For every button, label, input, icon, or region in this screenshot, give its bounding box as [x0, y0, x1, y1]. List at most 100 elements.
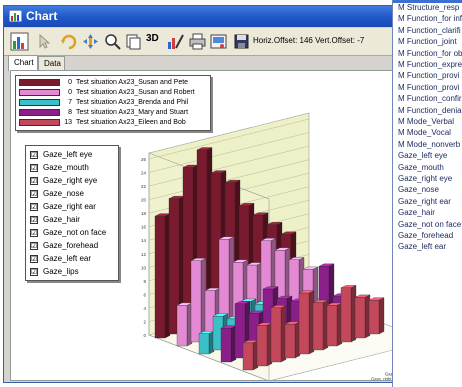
variable-list-item[interactable]: Gaze_forehead	[398, 230, 453, 241]
legend-series-label: Test situation Ax23_Mary and Stuart	[76, 109, 189, 116]
zoom-icon[interactable]	[103, 32, 122, 51]
variable-list-panel: M Structure_resp M Function_for inf M Func…	[392, 0, 462, 387]
legend-checkbox[interactable]: ☑	[30, 216, 38, 224]
legend-category-label: Gaze_forehead	[43, 241, 99, 250]
legend-category-label: Gaze_left ear	[43, 254, 92, 263]
variable-list-item[interactable]: M Function_confir	[398, 93, 462, 104]
variable-list-item[interactable]: M Structure_resp	[398, 2, 459, 13]
chart-bar	[270, 305, 287, 363]
legend-checkbox[interactable]: ☑	[30, 268, 38, 276]
chart-bar	[242, 340, 259, 371]
y-tick-label: 16	[141, 225, 147, 230]
offset-status-text: Horiz.Offset: 146 Vert.Offset: -7	[253, 36, 365, 45]
variable-list-item[interactable]: Gaze_left eye	[398, 150, 447, 161]
variable-list-item[interactable]: M Mode_nonverb	[398, 139, 460, 150]
chart-type-button[interactable]	[10, 32, 29, 51]
legend-series-count: 8	[68, 109, 72, 116]
chart-bar-front	[368, 300, 380, 335]
variable-list-item[interactable]: M Function_expre	[398, 59, 462, 70]
chart-bar	[340, 285, 357, 343]
chart-bar	[312, 299, 329, 351]
chart-bar-side	[378, 297, 385, 335]
variable-list-item[interactable]: M Function_denial	[398, 105, 462, 116]
y-tick-label: 10	[141, 265, 147, 270]
legend-series-label: Test situation Ax23_Brenda and Phil	[76, 99, 189, 106]
chart-bar-front	[284, 324, 296, 359]
variable-list-item[interactable]: Gaze_hair	[398, 207, 435, 218]
print-icon[interactable]	[188, 32, 207, 51]
variable-list-item[interactable]: Gaze_mouth	[398, 162, 444, 173]
variable-list-item[interactable]: M Function_for inf	[398, 13, 462, 24]
legend-category-label: Gaze_left eye	[43, 150, 93, 159]
chart-bar	[298, 290, 315, 355]
chart-bar-front	[154, 216, 166, 339]
chart-bar	[284, 321, 301, 359]
legend-series-count: 7	[68, 99, 72, 106]
copy-icon[interactable]	[124, 32, 143, 51]
move-icon[interactable]	[81, 32, 100, 51]
save-icon[interactable]	[232, 32, 251, 51]
chart-bar-front	[340, 287, 352, 343]
y-tick-label: 6	[143, 292, 146, 297]
edit-chart-icon[interactable]	[166, 32, 185, 51]
y-tick-label: 14	[141, 238, 147, 243]
y-tick-label: 24	[141, 171, 147, 176]
chart-bar-front	[220, 328, 232, 363]
category-legend: ☑ Gaze_left eye ☑ Gaze_mouth ☑ Gaze_right e…	[25, 145, 119, 281]
legend-checkbox[interactable]: ☑	[30, 164, 38, 172]
chart-bar-front	[270, 307, 282, 363]
legend-checkbox[interactable]: ☑	[30, 177, 38, 185]
chart-area: 02468101214161820222426Gaze_left eyeGaze…	[10, 70, 427, 381]
chart-bar-front	[326, 305, 338, 347]
legend-checkbox[interactable]: ☑	[30, 242, 38, 250]
variable-list-item[interactable]: M Function_clarifi	[398, 25, 461, 36]
legend-category-label: Gaze_lips	[43, 267, 79, 276]
variable-list-item[interactable]: Gaze_not on face	[398, 219, 461, 230]
legend-category-label: Gaze_mouth	[43, 163, 89, 172]
rotate-icon[interactable]	[59, 32, 78, 51]
variable-list-item[interactable]: Gaze_left ear	[398, 241, 446, 252]
chart-bar-front	[198, 333, 210, 355]
chart-bar	[190, 258, 207, 343]
legend-series-count: 0	[68, 89, 72, 96]
chart-bar-front	[354, 297, 366, 339]
y-tick-label: 20	[141, 198, 147, 203]
title-bar[interactable]: Chart	[4, 6, 432, 27]
legend-checkbox[interactable]: ☑	[30, 229, 38, 237]
variable-list-item[interactable]: Gaze_nose	[398, 184, 439, 195]
legend-checkbox[interactable]: ☑	[30, 203, 38, 211]
variable-list-item[interactable]: M Function_provi	[398, 82, 459, 93]
export-icon[interactable]	[209, 32, 228, 51]
chart-bar	[256, 322, 273, 367]
toolbar: 3D Horiz.Offset: 146 Vert.Offset: -7	[4, 28, 432, 56]
variable-list-item[interactable]: M Function_for ob	[398, 48, 462, 59]
y-tick-label: 22	[141, 184, 147, 189]
legend-swatch	[19, 89, 60, 96]
window-title: Chart	[26, 9, 58, 23]
legend-series-label: Test situation Ax23_Susan and Robert	[76, 89, 195, 96]
pointer-icon[interactable]	[34, 32, 53, 51]
variable-list-item[interactable]: M Mode_Vocal	[398, 127, 451, 138]
legend-checkbox[interactable]: ☑	[30, 255, 38, 263]
legend-category-label: Gaze_not on face	[43, 228, 107, 237]
chart-app-icon	[9, 10, 22, 22]
chart-bar	[176, 302, 193, 347]
variable-list-item[interactable]: Gaze_right ear	[398, 196, 451, 207]
chart-bar	[198, 330, 215, 355]
y-tick-label: 26	[141, 157, 147, 162]
chart-bar	[154, 213, 171, 339]
3d-toggle-button[interactable]: 3D	[146, 33, 159, 44]
legend-checkbox[interactable]: ☑	[30, 190, 38, 198]
tab-chart[interactable]: Chart	[8, 55, 38, 71]
tab-data[interactable]: Data	[38, 56, 65, 70]
legend-checkbox[interactable]: ☑	[30, 151, 38, 159]
variable-list-item[interactable]: Gaze_right eye	[398, 173, 452, 184]
y-tick-label: 12	[141, 252, 147, 257]
chart-bar-front	[298, 292, 310, 355]
legend-swatch	[19, 109, 60, 116]
legend-swatch	[19, 79, 60, 86]
variable-list-item[interactable]: M Mode_Verbal	[398, 116, 454, 127]
variable-list-item[interactable]: M Function_provi	[398, 70, 459, 81]
variable-list-item[interactable]: M Function_joint	[398, 36, 457, 47]
y-tick-label: 8	[143, 279, 146, 284]
